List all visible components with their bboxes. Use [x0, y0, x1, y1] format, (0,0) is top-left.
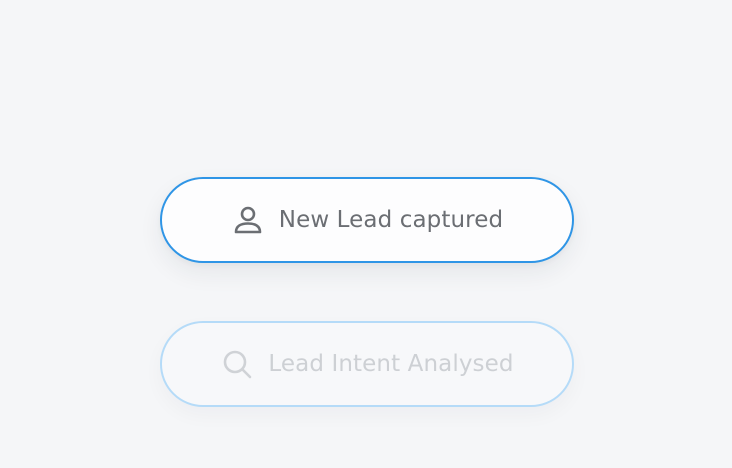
search-icon: [220, 347, 254, 381]
step-label: New Lead captured: [278, 207, 504, 233]
step-new-lead-captured[interactable]: New Lead captured: [160, 177, 574, 263]
user-icon: [231, 203, 265, 237]
step-label: Lead Intent Analysed: [268, 351, 514, 377]
step-lead-intent-analysed[interactable]: Lead Intent Analysed: [160, 321, 574, 407]
